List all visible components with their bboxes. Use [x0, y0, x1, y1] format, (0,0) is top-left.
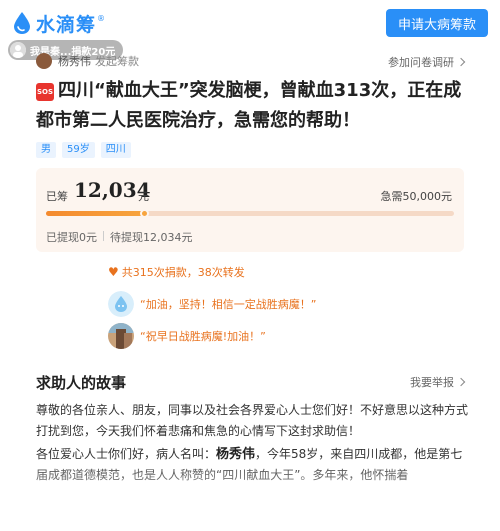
report-link-label: 我要举报	[410, 376, 454, 389]
donor-avatar	[10, 42, 26, 58]
tag-location: 四川	[100, 142, 131, 158]
divider	[103, 231, 104, 241]
registered-mark: ®	[97, 13, 106, 23]
withdrawn-amount: 已提现0元	[46, 231, 97, 244]
logo-text: 水滴筹	[36, 13, 97, 36]
survey-link[interactable]: 参加问卷调研	[388, 54, 466, 70]
chevron-right-icon	[456, 57, 466, 67]
initiator-name: 杨秀伟	[58, 55, 91, 68]
initiator-avatar	[36, 53, 52, 69]
sos-badge-icon: SOS	[36, 83, 54, 101]
story-heading: 求助人的故事	[36, 374, 127, 392]
story-text: 各位爱心人士你们好，病人名叫：	[36, 447, 217, 461]
progress-bar	[46, 209, 454, 218]
pending-withdraw-amount: 待提现12,034元	[110, 231, 193, 244]
survey-link-label: 参加问卷调研	[388, 56, 454, 69]
commenter-avatar	[108, 291, 134, 317]
story-paragraph: 各位爱心人士你们好，病人名叫：杨秀伟，今年58岁，来自四川成都，他是第七届成都道…	[36, 444, 468, 486]
comment-text: “加油，坚持！相信一定战胜病魔！”	[140, 298, 317, 311]
comment-item: “祝早日战胜病魔!加油！”	[108, 322, 266, 350]
initiator-role: 发起筹款	[95, 55, 139, 68]
heart-icon: ♥	[108, 265, 119, 279]
support-stats-text: 共315次捐款，38次转发	[121, 266, 245, 279]
page-title-text: 四川“献血大王”突发脑梗，曾献血313次，正在成都市第二人民医院治疗，急需您的帮…	[36, 80, 462, 131]
progress-knob	[139, 209, 149, 218]
page-title: SOS 四川“献血大王”突发脑梗，曾献血313次，正在成都市第二人民医院治疗，急需…	[36, 76, 468, 136]
patient-name-highlight: 杨秀伟	[216, 447, 256, 462]
progress-bar-fill	[46, 211, 144, 216]
commenter-avatar	[108, 323, 134, 349]
comment-item: “加油，坚持！相信一定战胜病魔！”	[108, 290, 316, 318]
fundraising-card: 已筹 12,034 元 急需50,000元 已提现0元 待提现12,034元	[36, 168, 464, 252]
chevron-right-icon	[456, 377, 466, 387]
logo[interactable]: 水滴筹 ®	[12, 10, 105, 37]
target-amount: 急需50,000元	[380, 190, 453, 203]
support-stats: ♥ 共315次捐款，38次转发	[108, 264, 245, 280]
tag-gender: 男	[36, 142, 56, 158]
raised-unit: 元	[138, 190, 149, 203]
apply-fundraising-button[interactable]: 申请大病筹款	[385, 9, 488, 37]
comment-text: “祝早日战胜病魔!加油！”	[140, 330, 266, 343]
report-link[interactable]: 我要举报	[410, 374, 466, 390]
withdraw-info: 已提现0元 待提现12,034元	[46, 229, 193, 245]
initiator-row: 杨秀伟 发起筹款	[36, 52, 139, 70]
water-drop-icon	[12, 11, 32, 35]
tag-age: 59岁	[62, 142, 95, 158]
patient-tags: 男 59岁 四川	[36, 142, 137, 158]
raised-label: 已筹	[46, 190, 68, 203]
story-paragraph: 尊敬的各位亲人、朋友，同事以及社会各界爱心人士您们好！不好意思以这种方式打扰到您…	[36, 403, 469, 438]
